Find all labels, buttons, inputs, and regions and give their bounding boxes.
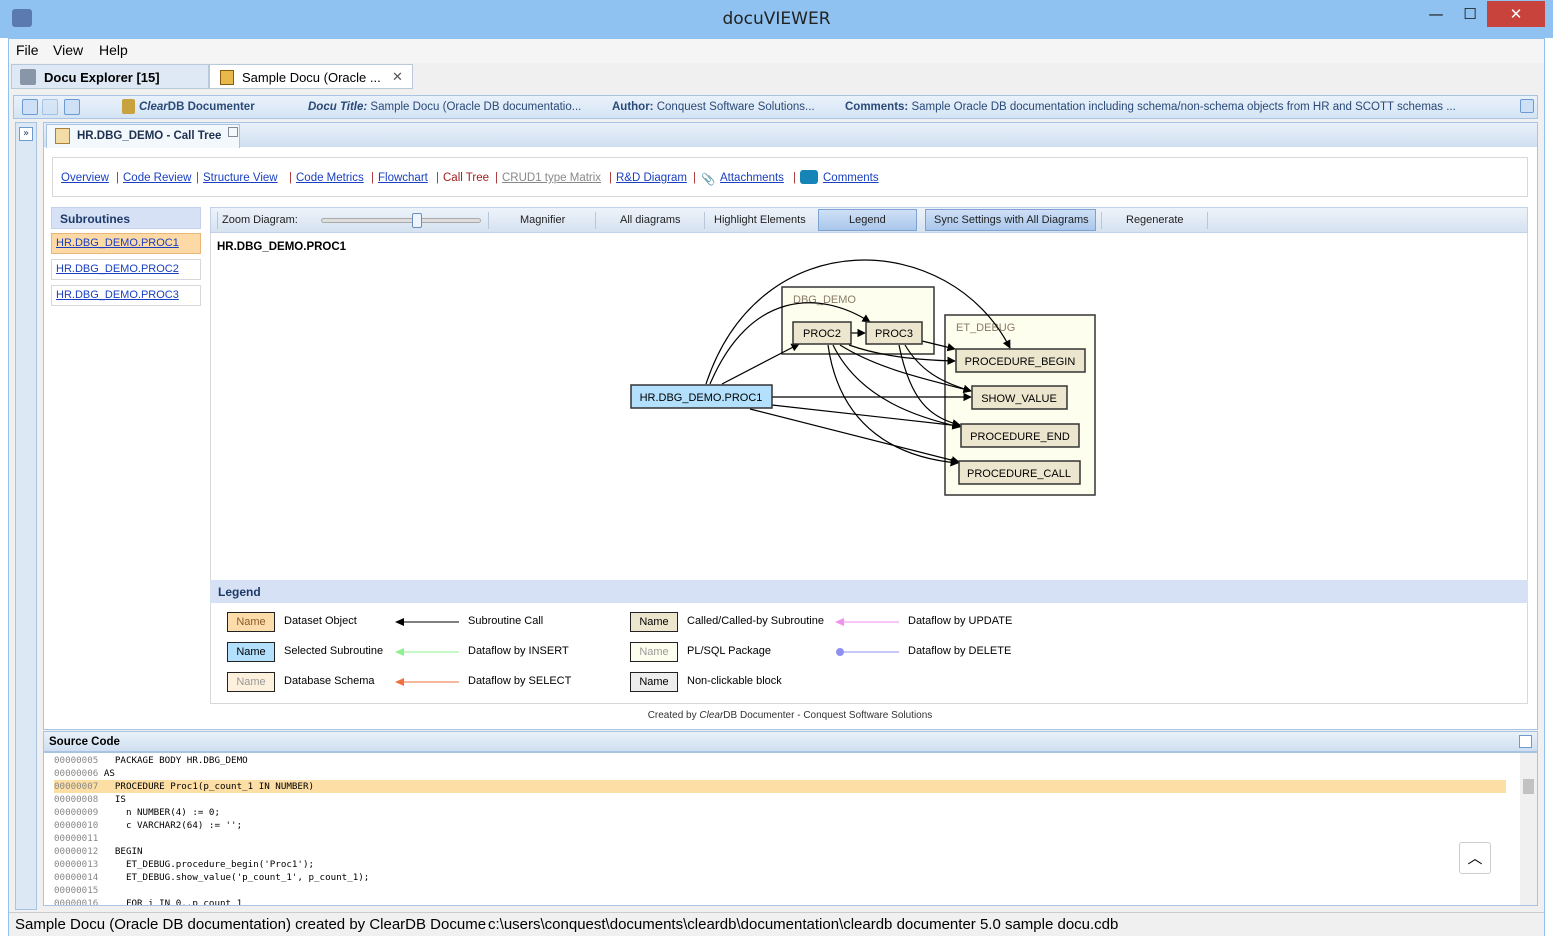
node-label: PROC3: [875, 328, 913, 340]
node-label: SHOW_VALUE: [981, 393, 1057, 405]
arrow-insert: [395, 648, 459, 656]
legend-label: Called/Called-by Subroutine: [687, 615, 824, 627]
node-label: PROCEDURE_BEGIN: [965, 356, 1076, 368]
edge-proc1-call: [749, 408, 960, 465]
created-by-rest: DB Documenter - Conquest Software Soluti…: [723, 710, 933, 721]
source-line: 00000016 FOR i IN 0..p_count_1: [54, 897, 243, 906]
cluster-label: ET_DEBUG: [956, 322, 1015, 334]
legend-label: PL/SQL Package: [687, 645, 771, 657]
node-label: PROCEDURE_END: [970, 431, 1070, 443]
line-number: 00000008: [54, 794, 99, 805]
line-code: PROCEDURE Proc1(p_count_1 IN NUMBER): [103, 781, 315, 792]
legend-label: Selected Subroutine: [284, 645, 384, 657]
legend-swatch-dataset: Name: [227, 612, 275, 632]
legend: Name Dataset Object Name Selected Subrou…: [210, 603, 1528, 704]
created-by-brand: Clear: [699, 710, 724, 721]
source-line: 00000015: [54, 884, 104, 897]
created-by-prefix: Created by: [647, 710, 700, 721]
line-number: 00000006: [54, 768, 99, 779]
legend-label: Dataflow by SELECT: [468, 675, 572, 687]
line-number: 00000015: [54, 885, 99, 896]
source-line: 00000008 IS: [54, 793, 126, 806]
node-proc1[interactable]: HR.DBG_DEMO.PROC1: [630, 384, 773, 409]
edge-proc1-end: [771, 404, 961, 430]
arrow-select: [395, 678, 459, 686]
source-line: 00000012 BEGIN: [54, 845, 143, 858]
arrow-update: [835, 618, 899, 626]
line-number: 00000011: [54, 833, 99, 844]
source-line: 00000007 PROCEDURE Proc1(p_count_1 IN NU…: [54, 780, 1506, 793]
legend-label: Non-clickable block: [687, 675, 782, 687]
collapse-source-icon[interactable]: [1519, 735, 1532, 748]
line-code: ET_DEBUG.procedure_begin('Proc1');: [103, 859, 315, 870]
line-number: 00000014: [54, 872, 99, 883]
source-line: 00000005 PACKAGE BODY HR.DBG_DEMO: [54, 754, 248, 767]
source-line: 00000006 AS: [54, 767, 115, 780]
source-scrollbar[interactable]: [1520, 753, 1537, 905]
source-code-title: Source Code: [49, 736, 120, 748]
line-code: AS: [103, 768, 115, 779]
line-number: 00000005: [54, 755, 99, 766]
line-number: 00000013: [54, 859, 99, 870]
arrow-subroutine-call: [395, 618, 459, 626]
legend-swatch-schema: Name: [227, 672, 275, 692]
source-code-header: Source Code: [43, 731, 1538, 752]
scrollbar-thumb[interactable]: [1523, 779, 1534, 794]
line-code: c VARCHAR2(64) := '';: [103, 820, 243, 831]
node-label: HR.DBG_DEMO.PROC1: [640, 392, 763, 404]
line-code: PACKAGE BODY HR.DBG_DEMO: [103, 755, 248, 766]
source-line: 00000011: [54, 832, 104, 845]
line-code: IS: [103, 794, 126, 805]
legend-swatch-nonclickable: Name: [630, 672, 678, 692]
legend-arrows-right: [835, 618, 899, 656]
legend-label: Dataset Object: [284, 615, 357, 627]
line-code: ET_DEBUG.show_value('p_count_1', p_count…: [103, 872, 370, 883]
status-path: c:\users\conquest\documents\cleardb\docu…: [488, 916, 1119, 933]
line-code: BEGIN: [103, 846, 143, 857]
legend-swatch-called: Name: [630, 612, 678, 632]
scroll-to-top-button[interactable]: ︿: [1459, 842, 1491, 874]
node-procedure-end[interactable]: PROCEDURE_END: [960, 423, 1080, 448]
legend-label: Dataflow by UPDATE: [908, 615, 1013, 627]
call-tree-diagram: DBG_DEMO ET_DEBUG HR.DBG_DEMO.PROC1 PROC…: [630, 259, 1096, 496]
legend-swatch-package: Name: [630, 642, 678, 662]
node-show-value[interactable]: SHOW_VALUE: [971, 385, 1068, 410]
created-by-footer: Created by ClearDB Documenter - Conquest…: [0, 710, 1553, 721]
source-line: 00000014 ET_DEBUG.show_value('p_count_1'…: [54, 871, 369, 884]
node-label: PROCEDURE_CALL: [967, 468, 1071, 480]
source-code-view[interactable]: 00000005 PACKAGE BODY HR.DBG_DEMO 0000000…: [43, 752, 1538, 906]
legend-label: Database Schema: [284, 675, 375, 687]
node-procedure-call[interactable]: PROCEDURE_CALL: [958, 460, 1081, 485]
node-proc2[interactable]: PROC2: [792, 321, 852, 345]
line-code: FOR i IN 0..p_count_1: [103, 898, 243, 906]
line-code: n NUMBER(4) := 0;: [103, 807, 220, 818]
legend-label: Dataflow by DELETE: [908, 645, 1012, 657]
line-number: 00000007: [54, 781, 99, 792]
line-number: 00000009: [54, 807, 99, 818]
line-number: 00000012: [54, 846, 99, 857]
line-number: 00000010: [54, 820, 99, 831]
legend-arrows-left: [395, 618, 459, 686]
node-label: PROC2: [803, 328, 841, 340]
legend-label: Subroutine Call: [468, 615, 544, 627]
source-line: 00000009 n NUMBER(4) := 0;: [54, 806, 220, 819]
edge-proc2-end: [832, 344, 961, 430]
legend-header: Legend: [210, 580, 1528, 603]
node-proc3[interactable]: PROC3: [865, 321, 923, 345]
arrow-delete: [836, 648, 899, 656]
source-line: 00000013 ET_DEBUG.procedure_begin('Proc1…: [54, 858, 314, 871]
edge-proc1-proc2: [721, 343, 800, 385]
node-procedure-begin[interactable]: PROCEDURE_BEGIN: [955, 348, 1086, 373]
source-line: 00000010 c VARCHAR2(64) := '';: [54, 819, 242, 832]
legend-label: Dataflow by INSERT: [468, 645, 569, 657]
legend-swatch-selected: Name: [227, 642, 275, 662]
status-bar: Sample Docu (Oracle DB documentation) cr…: [9, 912, 1544, 936]
line-number: 00000016: [54, 898, 99, 906]
status-docu: Sample Docu (Oracle DB documentation) cr…: [15, 916, 487, 933]
